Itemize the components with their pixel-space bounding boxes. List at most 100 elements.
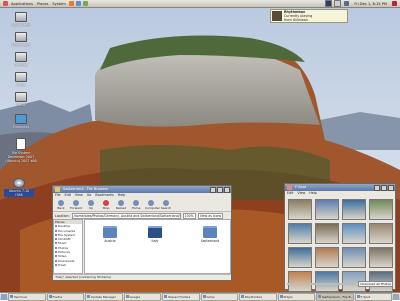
drive-icon: [15, 72, 27, 82]
menu-help[interactable]: Help: [118, 193, 126, 198]
search-button[interactable]: Search: [160, 199, 172, 210]
photo-thumbnail[interactable]: [288, 199, 312, 220]
folder-item[interactable]: Italy: [140, 226, 170, 243]
zoom-slider[interactable]: [287, 282, 356, 285]
menu-edit[interactable]: Edit: [287, 191, 293, 196]
photo-thumbnail[interactable]: [315, 223, 339, 244]
taskbar-item[interactable]: Gimp: [200, 292, 238, 301]
up-button[interactable]: Up: [85, 199, 97, 210]
taskbar-item[interactable]: Rhythmbox: [239, 292, 277, 301]
menu-logo-icon[interactable]: [3, 1, 8, 6]
download-button[interactable]: Download All Photos: [358, 280, 393, 287]
minimize-button[interactable]: [210, 187, 216, 193]
photo-thumbnail[interactable]: [315, 247, 339, 268]
taskbar-item[interactable]: Firefox: [46, 292, 84, 301]
taskbar-item-active[interactable]: Switzerland - File B...: [316, 292, 354, 301]
location-field[interactable]: /home/alex/Photos/Germany, Austria and S…: [71, 212, 181, 219]
volume-icon[interactable]: [344, 1, 350, 6]
location-label: Location:: [55, 213, 70, 218]
place-icon: [55, 251, 57, 254]
places-menu[interactable]: Places: [35, 1, 50, 7]
photo-thumbnail[interactable]: [369, 247, 393, 268]
show-desktop-icon[interactable]: [1, 293, 7, 300]
stop-button[interactable]: Stop: [100, 199, 112, 210]
maximize-button[interactable]: [217, 187, 223, 193]
photo-thumbnail[interactable]: [369, 223, 393, 244]
folder-item[interactable]: Switzerland: [195, 226, 225, 243]
trash-icon[interactable]: [393, 293, 399, 300]
desktop-icon-documents[interactable]: Documents: [6, 12, 36, 27]
app-icon: [318, 295, 321, 298]
drive-icon: [15, 12, 27, 22]
firefox-launcher-icon[interactable]: [68, 1, 74, 6]
close-button[interactable]: [224, 187, 230, 193]
computer-button[interactable]: Computer: [145, 199, 160, 210]
folder-item[interactable]: Austria: [95, 226, 125, 243]
desktop-icon-multimedia[interactable]: Multimedia: [6, 32, 36, 47]
drive-icon: [15, 52, 27, 62]
photo-thumbnail[interactable]: [288, 247, 312, 268]
status-bar: "Italy" selected (containing 30 items): [53, 274, 231, 280]
zoom-level[interactable]: 100%: [182, 212, 196, 219]
folder-icon: [203, 226, 217, 238]
photo-thumbnail[interactable]: [288, 223, 312, 244]
menu-file[interactable]: File: [55, 193, 61, 198]
minimize-button[interactable]: [374, 185, 380, 191]
help-launcher-icon[interactable]: [82, 1, 88, 6]
view-mode-select[interactable]: View as Icons: [197, 212, 224, 219]
photo-viewer-footer: Download All Photos: [287, 280, 393, 287]
menu-edit[interactable]: Edit: [65, 193, 71, 198]
app-icon: [87, 295, 90, 298]
desktop-icon-music[interactable]: Music: [6, 72, 36, 87]
location-bar: Location: /home/alex/Photos/Germany, Aus…: [53, 212, 231, 219]
forward-button[interactable]: Forward: [70, 199, 82, 210]
desktop-icon-cdrom[interactable]: Ubuntu 7.10 i386: [4, 178, 34, 197]
menu-go[interactable]: Go: [87, 193, 92, 198]
logout-icon[interactable]: [392, 1, 397, 6]
photo-thumbnail[interactable]: [342, 247, 366, 268]
notification-popup[interactable]: Rhythmbox Currently playing from Unknown: [270, 9, 348, 23]
taskbar-item[interactable]: Update Manager: [85, 292, 123, 301]
taskbar-item[interactable]: Google: [123, 292, 161, 301]
photo-viewer-titlebar[interactable]: F-Spot: [285, 184, 395, 191]
desktop-icon-music-2[interactable]: Music: [6, 92, 36, 107]
app-icon: [241, 295, 244, 298]
menu-view[interactable]: View: [297, 191, 305, 196]
taskbar-item[interactable]: Terminal: [8, 292, 46, 301]
icon-view[interactable]: Austria Italy Switzerland: [84, 219, 231, 274]
drive-icon: [15, 92, 27, 102]
photo-thumbnail[interactable]: [342, 199, 366, 220]
reload-button[interactable]: Reload: [115, 199, 127, 210]
app-icon: [125, 295, 129, 298]
mail-launcher-icon[interactable]: [75, 1, 81, 6]
maximize-button[interactable]: [381, 185, 387, 191]
back-button[interactable]: Back: [55, 199, 67, 210]
place-icon: [55, 255, 57, 258]
place-icon: [55, 233, 57, 236]
photo-viewer-window[interactable]: F-Spot Edit View Help Download All Photo…: [284, 183, 396, 292]
photo-thumbnail[interactable]: [342, 223, 366, 244]
place-icon: [55, 225, 57, 228]
menu-view[interactable]: View: [75, 193, 83, 198]
file-manager-window[interactable]: Switzerland - File Browser File Edit Vie…: [52, 185, 232, 281]
system-monitor-icon[interactable]: [325, 0, 333, 7]
desktop-icon-dvd[interactable]: File System December 2007 (Ubuntu) 2007 …: [5, 138, 37, 163]
system-menu[interactable]: System: [50, 1, 67, 7]
clock[interactable]: Fri Dec 1, 8:15 PM: [352, 2, 389, 6]
home-button[interactable]: Home: [130, 199, 142, 210]
network-icon[interactable]: [334, 0, 342, 7]
menu-help[interactable]: Help: [309, 191, 317, 196]
taskbar-item[interactable]: F-Spot: [354, 292, 392, 301]
applications-menu[interactable]: Applications: [9, 1, 35, 7]
taskbar-item[interactable]: Pidgin: [277, 292, 315, 301]
photo-thumbnail[interactable]: [369, 199, 393, 220]
taskbar-item[interactable]: Shared Folders: [162, 292, 200, 301]
desktop-icon-examples[interactable]: Examples: [6, 114, 36, 129]
menu-bookmarks[interactable]: Bookmarks: [95, 193, 113, 198]
file-manager-titlebar[interactable]: Switzerland - File Browser: [53, 186, 231, 193]
close-button[interactable]: [388, 185, 394, 191]
sidebar-item[interactable]: Trash: [54, 263, 82, 267]
photo-thumbnail[interactable]: [315, 199, 339, 220]
desktop-icon-pictures[interactable]: Pictures: [6, 52, 36, 67]
app-icon: [279, 295, 283, 298]
